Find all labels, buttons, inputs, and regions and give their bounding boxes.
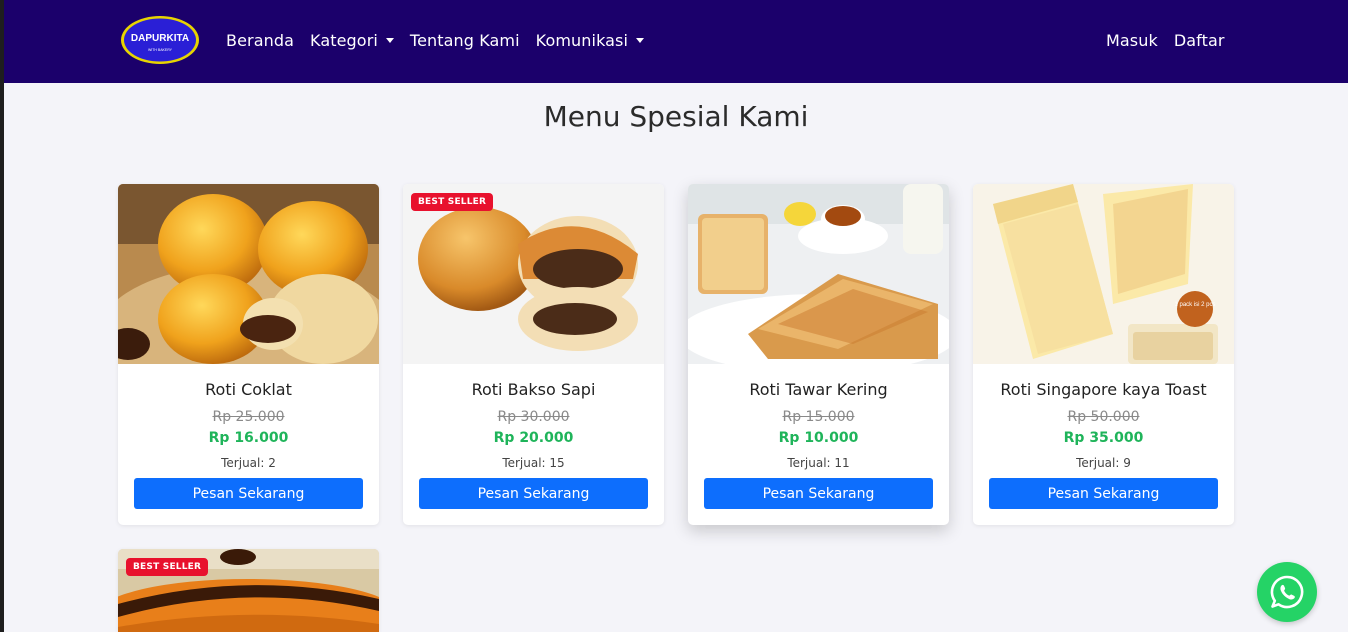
- whatsapp-icon: [1270, 575, 1304, 609]
- order-now-button[interactable]: Pesan Sekarang: [704, 478, 933, 509]
- product-card[interactable]: BEST SELLER Roti Bakso Sapi Rp 30.000 Rp…: [403, 184, 664, 525]
- product-name: Roti Singapore kaya Toast: [1000, 380, 1207, 399]
- caret-down-icon: [636, 37, 645, 43]
- product-image[interactable]: [118, 184, 379, 364]
- pack-badge-text: 1 pack isi 2 pcs: [1174, 302, 1215, 308]
- nav-kategori-dropdown[interactable]: Kategori: [310, 31, 394, 50]
- nav-komunikasi-dropdown[interactable]: Komunikasi: [535, 30, 645, 50]
- product-name: Roti Tawar Kering: [749, 380, 888, 399]
- product-price: Rp 20.000: [493, 430, 574, 446]
- product-sold-count: Terjual: 11: [787, 456, 850, 470]
- product-old-price: Rp 30.000: [497, 409, 570, 425]
- brand-logo[interactable]: DAPURKITA WITH BAKERY: [120, 14, 204, 66]
- order-now-button[interactable]: Pesan Sekarang: [419, 478, 648, 509]
- product-old-price: Rp 25.000: [212, 409, 285, 425]
- caret-down-icon: [385, 37, 394, 43]
- whatsapp-chat-button[interactable]: [1257, 562, 1317, 622]
- best-seller-badge: BEST SELLER: [411, 193, 494, 211]
- product-price: Rp 35.000: [1063, 430, 1144, 446]
- nav-beranda[interactable]: Beranda: [226, 31, 294, 50]
- product-card[interactable]: BEST SELLER: [118, 549, 379, 632]
- product-sold-count: Terjual: 15: [502, 456, 565, 470]
- nav-beranda-label: Beranda: [226, 30, 295, 50]
- product-card[interactable]: 1 pack isi 2 pcs Roti Singapore kaya Toa…: [973, 184, 1234, 525]
- nav-links: Beranda Kategori Tentang Kami Komunikasi: [226, 0, 645, 80]
- navbar: DAPURKITA WITH BAKERY Beranda Kategori T…: [4, 0, 1348, 83]
- product-price: Rp 16.000: [208, 430, 289, 446]
- order-now-button[interactable]: Pesan Sekarang: [134, 478, 363, 509]
- nav-komunikasi-label: Komunikasi: [535, 30, 629, 50]
- product-sold-count: Terjual: 2: [221, 456, 276, 470]
- product-image[interactable]: [403, 184, 664, 364]
- register-link[interactable]: Daftar: [1174, 31, 1225, 50]
- login-link[interactable]: Masuk: [1106, 31, 1158, 50]
- product-card[interactable]: Roti Coklat Rp 25.000 Rp 16.000 Terjual:…: [118, 184, 379, 525]
- product-image[interactable]: [688, 184, 949, 364]
- product-name: Roti Coklat: [205, 380, 292, 399]
- product-price: Rp 10.000: [778, 430, 859, 446]
- product-old-price: Rp 15.000: [782, 409, 855, 425]
- product-sold-count: Terjual: 9: [1076, 456, 1131, 470]
- logo-text: DAPURKITA: [131, 33, 189, 44]
- order-now-button[interactable]: Pesan Sekarang: [989, 478, 1218, 509]
- best-seller-badge: BEST SELLER: [126, 558, 209, 576]
- logo-subtext: WITH BAKERY: [148, 48, 173, 52]
- nav-tentang-kami[interactable]: Tentang Kami: [410, 31, 520, 50]
- product-old-price: Rp 50.000: [1067, 409, 1140, 425]
- window-edge: [0, 0, 4, 632]
- nav-auth: Masuk Daftar: [1106, 0, 1225, 80]
- product-name: Roti Bakso Sapi: [471, 380, 596, 399]
- product-card[interactable]: Roti Tawar Kering Rp 15.000 Rp 10.000 Te…: [688, 184, 949, 525]
- nav-tentang-label: Tentang Kami: [409, 30, 520, 50]
- product-image[interactable]: 1 pack isi 2 pcs: [973, 184, 1234, 364]
- nav-kategori-label: Kategori: [310, 30, 378, 50]
- page-title: Menu Spesial Kami: [543, 100, 809, 133]
